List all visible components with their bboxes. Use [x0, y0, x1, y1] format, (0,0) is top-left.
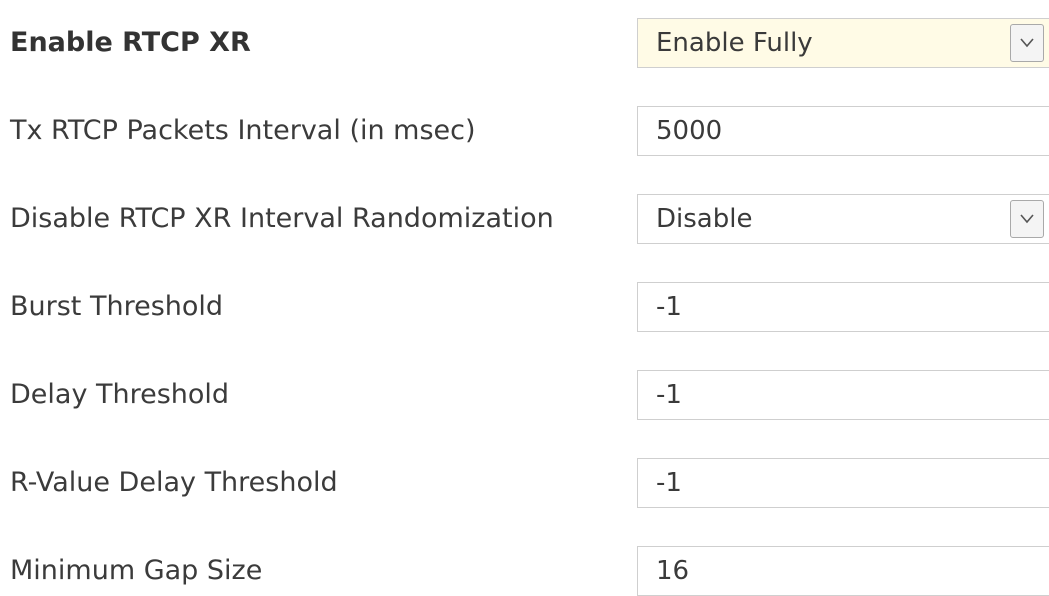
- form-row-minimum-gap-size: Minimum Gap Size 16: [0, 540, 1049, 596]
- tx-rtcp-interval-input[interactable]: 5000: [637, 106, 1049, 156]
- burst-threshold-value: -1: [656, 292, 682, 322]
- burst-threshold-input[interactable]: -1: [637, 282, 1049, 332]
- minimum-gap-size-label: Minimum Gap Size: [10, 555, 263, 586]
- tx-rtcp-interval-label: Tx RTCP Packets Interval (in msec): [10, 115, 476, 146]
- minimum-gap-size-input[interactable]: 16: [637, 546, 1049, 596]
- form-row-enable-rtcp-xr: Enable RTCP XR Enable Fully: [0, 12, 1049, 74]
- dropdown-button[interactable]: [1010, 200, 1044, 238]
- form-row-burst-threshold: Burst Threshold -1: [0, 276, 1049, 338]
- disable-interval-randomization-value: Disable: [656, 204, 753, 234]
- chevron-down-icon: [1020, 38, 1034, 48]
- form-row-tx-rtcp-interval: Tx RTCP Packets Interval (in msec) 5000: [0, 100, 1049, 162]
- delay-threshold-label: Delay Threshold: [10, 379, 230, 410]
- tx-rtcp-interval-value: 5000: [656, 116, 723, 146]
- delay-threshold-input[interactable]: -1: [637, 370, 1049, 420]
- form-row-disable-interval-randomization: Disable RTCP XR Interval Randomization D…: [0, 188, 1049, 250]
- r-value-delay-threshold-value: -1: [656, 468, 682, 498]
- form-row-delay-threshold: Delay Threshold -1: [0, 364, 1049, 426]
- delay-threshold-value: -1: [656, 380, 682, 410]
- minimum-gap-size-value: 16: [656, 556, 690, 586]
- burst-threshold-label: Burst Threshold: [10, 291, 224, 322]
- r-value-delay-threshold-input[interactable]: -1: [637, 458, 1049, 508]
- dropdown-button[interactable]: [1010, 24, 1044, 62]
- enable-rtcp-xr-label: Enable RTCP XR: [10, 27, 251, 58]
- enable-rtcp-xr-select[interactable]: Enable Fully: [637, 18, 1049, 68]
- form-row-r-value-delay-threshold: R-Value Delay Threshold -1: [0, 452, 1049, 514]
- disable-interval-randomization-label: Disable RTCP XR Interval Randomization: [10, 203, 554, 234]
- chevron-down-icon: [1020, 214, 1034, 224]
- enable-rtcp-xr-value: Enable Fully: [656, 28, 813, 58]
- disable-interval-randomization-select[interactable]: Disable: [637, 194, 1049, 244]
- r-value-delay-threshold-label: R-Value Delay Threshold: [10, 467, 338, 498]
